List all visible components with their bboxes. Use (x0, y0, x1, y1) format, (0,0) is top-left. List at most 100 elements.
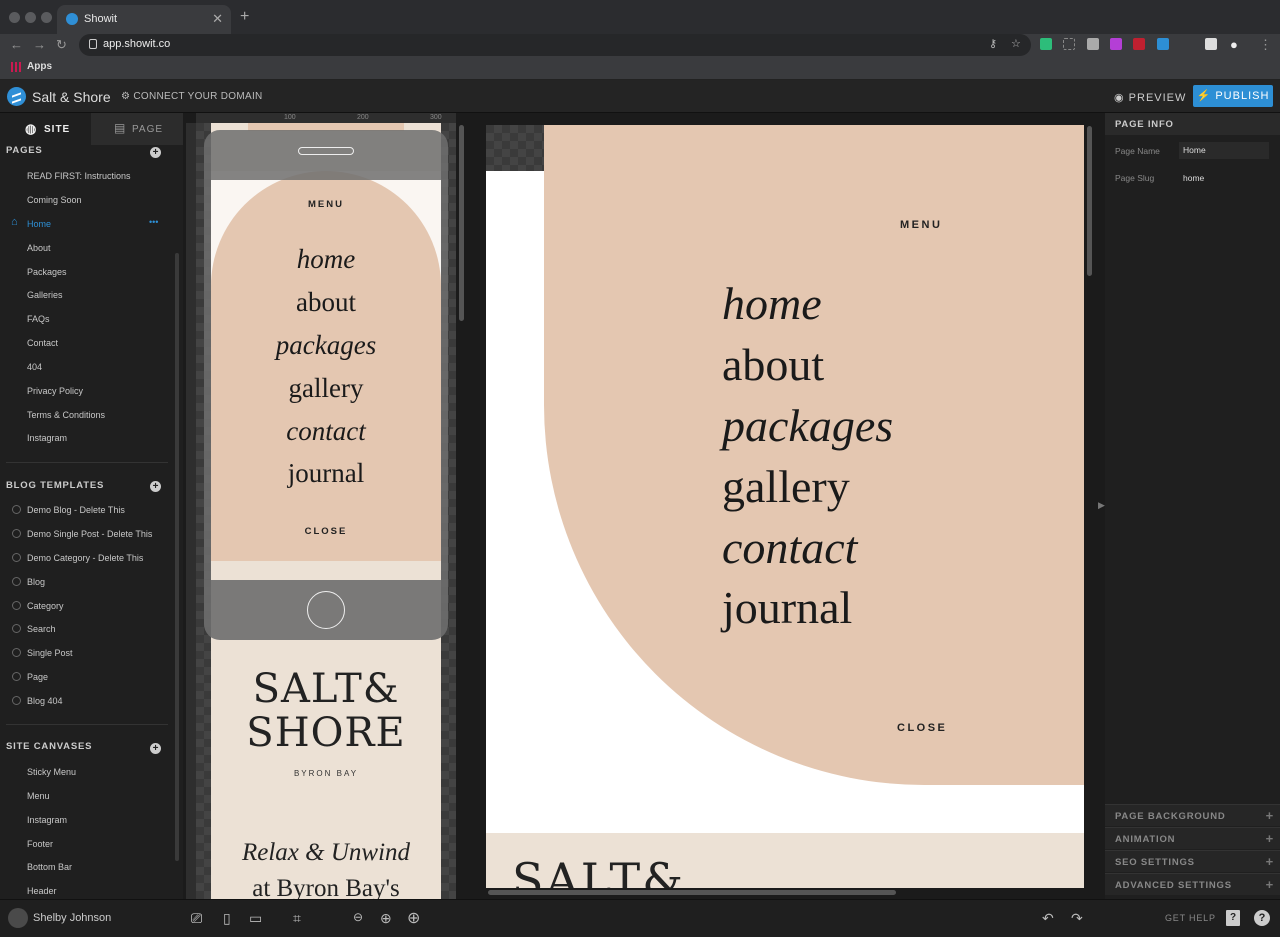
mobile-nav-contact[interactable]: contact (211, 416, 441, 447)
mobile-scrollbar[interactable] (459, 125, 464, 321)
sidebar-scrollbar[interactable] (175, 253, 179, 861)
blog-template-item[interactable]: Single Post (27, 648, 73, 658)
blog-template-item[interactable]: Blog 404 (27, 696, 63, 706)
desktop-nav-about[interactable]: about (722, 338, 824, 391)
canvas-item[interactable]: Menu (27, 791, 50, 801)
zoom-fit-icon[interactable]: ⊕ (407, 908, 420, 928)
blog-template-item[interactable]: Search (27, 624, 56, 634)
address-bar[interactable]: app.showit.co ⚷ ☆ (79, 34, 1031, 56)
desktop-vertical-scrollbar[interactable] (1087, 126, 1092, 276)
add-page-icon[interactable]: + (150, 147, 161, 158)
mobile-nav-packages[interactable]: packages (211, 330, 441, 361)
publish-button[interactable]: ⚡ PUBLISH (1193, 85, 1273, 107)
blog-template-item[interactable]: Demo Single Post - Delete This (27, 529, 152, 539)
canvas-item[interactable]: Header (27, 886, 57, 896)
bookmark-star-icon[interactable]: ☆ (1011, 37, 1021, 50)
page-background-section[interactable]: PAGE BACKGROUND + (1105, 804, 1280, 826)
collapse-panel-icon[interactable]: ▶ (1098, 500, 1105, 511)
download-extension-icon[interactable] (1157, 38, 1169, 50)
page-item[interactable]: Privacy Policy (27, 386, 83, 396)
back-icon[interactable]: ← (10, 37, 23, 52)
page-options-icon[interactable]: ••• (149, 217, 158, 227)
blog-template-item[interactable]: Demo Category - Delete This (27, 553, 143, 563)
page-item[interactable]: Terms & Conditions (27, 410, 105, 420)
undo-icon[interactable]: ↶ (1042, 910, 1054, 927)
page-name-input[interactable]: Home (1179, 142, 1269, 159)
help-docs-icon[interactable]: ? (1226, 910, 1240, 926)
desktop-close-label[interactable]: CLOSE (897, 722, 947, 734)
page-item[interactable]: Contact (27, 338, 58, 348)
close-window-button[interactable] (9, 12, 20, 23)
mobile-nav-journal[interactable]: journal (211, 458, 441, 489)
desktop-nav-gallery[interactable]: gallery (722, 460, 850, 513)
grid-icon[interactable]: ⌗ (293, 910, 301, 927)
showit-logo-icon[interactable] (7, 87, 26, 106)
page-item-home[interactable]: Home (27, 219, 51, 229)
page-item[interactable]: Galleries (27, 290, 63, 300)
tab-site[interactable]: ◍ SITE (0, 113, 91, 145)
reload-icon[interactable]: ↻ (56, 37, 67, 53)
blog-template-item[interactable]: Blog (27, 577, 45, 587)
desktop-canvas[interactable]: MENU home about packages gallery contact… (486, 125, 1084, 888)
blog-template-item[interactable]: Demo Blog - Delete This (27, 505, 125, 515)
page-item[interactable]: Packages (27, 267, 67, 277)
avatar[interactable] (8, 908, 28, 928)
mobile-menu-label[interactable]: MENU (211, 199, 441, 210)
mobile-close-label[interactable]: CLOSE (211, 526, 441, 537)
help-chat-icon[interactable]: ? (1254, 910, 1270, 926)
page-item[interactable]: Coming Soon (27, 195, 82, 205)
tab-page[interactable]: ▤ PAGE (91, 113, 183, 145)
desktop-nav-home[interactable]: home (722, 277, 822, 330)
mobile-nav-gallery[interactable]: gallery (211, 373, 441, 404)
page-item[interactable]: About (27, 243, 51, 253)
browser-menu-icon[interactable]: ⋮ (1259, 37, 1272, 53)
desktop-mobile-view-icon[interactable]: ⎚ (191, 910, 202, 927)
desktop-view-icon[interactable]: ▭ (249, 910, 262, 927)
blog-template-item[interactable]: Category (27, 601, 64, 611)
page-item[interactable]: 404 (27, 362, 42, 372)
key-icon[interactable]: ⚷ (989, 37, 997, 50)
brand-logo-line2[interactable]: SHORE (211, 710, 441, 756)
forward-icon[interactable]: → (33, 37, 46, 52)
extension-icon[interactable] (1133, 38, 1145, 50)
new-tab-icon[interactable]: + (240, 8, 249, 26)
tagline-line1[interactable]: Relax & Unwind (211, 839, 441, 867)
desktop-nav-journal[interactable]: journal (722, 581, 852, 634)
profile-avatar-icon[interactable]: ● (1230, 37, 1238, 52)
page-item[interactable]: FAQs (27, 314, 50, 324)
camera-extension-icon[interactable] (1087, 38, 1099, 50)
browser-tab[interactable]: Showit ✕ (57, 5, 231, 34)
animation-section[interactable]: ANIMATION + (1105, 827, 1280, 849)
page-item[interactable]: READ FIRST: Instructions (27, 171, 131, 181)
advanced-settings-section[interactable]: ADVANCED SETTINGS + (1105, 873, 1280, 895)
seo-settings-section[interactable]: SEO SETTINGS + (1105, 850, 1280, 872)
tagline-line2[interactable]: at Byron Bay's (211, 875, 441, 899)
minimize-window-button[interactable] (25, 12, 36, 23)
blog-template-item[interactable]: Page (27, 672, 48, 682)
desktop-nav-packages[interactable]: packages (722, 399, 893, 452)
desktop-menu-label[interactable]: MENU (900, 219, 942, 231)
mobile-nav-about[interactable]: about (211, 287, 441, 318)
site-name[interactable]: Salt & Shore (32, 89, 111, 105)
extension-icon[interactable] (1063, 38, 1075, 50)
page-slug-input[interactable]: home (1179, 170, 1269, 187)
redo-icon[interactable]: ↷ (1071, 910, 1083, 927)
add-canvas-icon[interactable]: + (150, 743, 161, 754)
user-name[interactable]: Shelby Johnson (33, 912, 111, 924)
connect-domain-button[interactable]: ⚙ CONNECT YOUR DOMAIN (121, 91, 263, 102)
add-blog-template-icon[interactable]: + (150, 481, 161, 492)
extension-icon[interactable] (1205, 38, 1217, 50)
brand-location[interactable]: BYRON BAY (211, 769, 441, 778)
desktop-nav-contact[interactable]: contact (722, 521, 857, 574)
mobile-canvas[interactable]: MENU home about packages gallery contact… (196, 123, 456, 899)
preview-button[interactable]: ◉ PREVIEW (1114, 91, 1186, 104)
canvas-item[interactable]: Instagram (27, 815, 67, 825)
canvas-item[interactable]: Sticky Menu (27, 767, 76, 777)
maximize-window-button[interactable] (41, 12, 52, 23)
page-item[interactable]: Instagram (27, 433, 67, 443)
apps-bookmark[interactable]: Apps (27, 61, 52, 72)
mobile-view-icon[interactable]: ▯ (223, 910, 231, 927)
extension-icon[interactable] (1040, 38, 1052, 50)
zoom-in-icon[interactable]: ⊕ (380, 910, 392, 927)
get-help-link[interactable]: GET HELP (1165, 913, 1216, 923)
